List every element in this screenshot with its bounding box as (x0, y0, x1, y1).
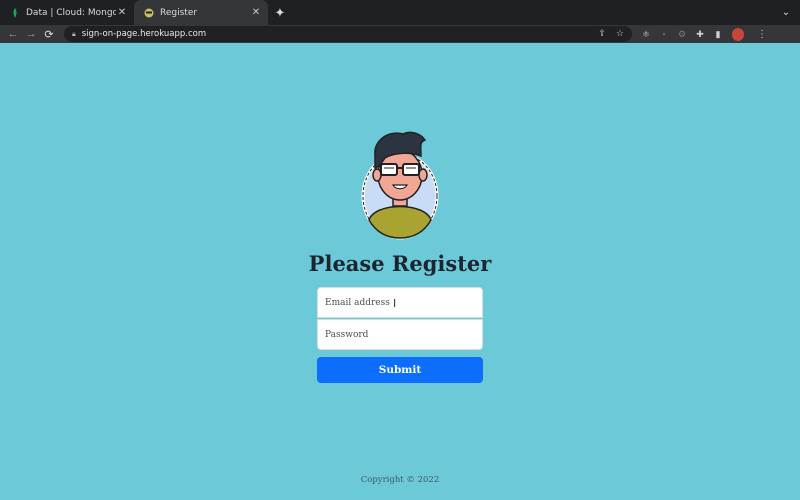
tab-title: Data | Cloud: MongoDB Cloud (26, 7, 116, 18)
tab-mongodb[interactable]: Data | Cloud: MongoDB Cloud ✕ (0, 0, 134, 25)
close-tab-icon[interactable]: ✕ (116, 7, 128, 18)
back-arrow-icon[interactable]: ← (4, 25, 22, 43)
email-field[interactable]: Email address (317, 287, 483, 318)
tab-title: Register (160, 7, 198, 18)
side-panel-icon[interactable]: ▮ (712, 29, 724, 40)
reload-icon[interactable]: ⟳ (40, 25, 58, 43)
page-title: Please Register (308, 251, 492, 276)
submit-button[interactable]: Submit (317, 357, 483, 383)
close-tab-icon[interactable]: ✕ (250, 7, 262, 18)
tab-strip: Data | Cloud: MongoDB Cloud ✕ Register ✕… (0, 0, 800, 25)
profile-avatar[interactable] (732, 27, 744, 41)
bookmark-star-icon[interactable]: ☆ (616, 29, 624, 39)
browser-toolbar: ← → ⟳ 🔒︎ sign-on-page.herokuapp.com ⇪ ☆ … (0, 25, 800, 43)
text-cursor-icon: I (393, 297, 397, 310)
menu-dots-icon[interactable]: ⋮ (756, 29, 768, 40)
password-placeholder: Password (325, 329, 369, 340)
react-devtools-icon[interactable]: ⚛ (640, 29, 652, 40)
lock-icon: 🔒︎ (72, 29, 76, 38)
password-field[interactable]: Password (317, 319, 483, 350)
site-favicon-icon (144, 8, 154, 18)
forward-arrow-icon[interactable]: → (22, 25, 40, 43)
avatar-illustration (361, 131, 439, 240)
email-placeholder: Email address (325, 297, 390, 308)
tab-search-chevron-icon[interactable]: ⌄ (772, 0, 800, 25)
extensions-area: ⚛ ▪ ⚙ ✚ ▮ ⋮ (640, 27, 768, 41)
new-tab-icon[interactable]: ✦ (268, 0, 292, 25)
puzzle-icon[interactable]: ✚ (694, 29, 706, 40)
register-page: Please Register Email address I Password… (0, 43, 800, 500)
footer-copyright: Copyright © 2022 (360, 475, 440, 485)
extension-icon[interactable]: ▪ (658, 29, 670, 39)
mongodb-leaf-icon (10, 7, 20, 18)
extension-icon[interactable]: ⚙ (676, 29, 688, 40)
url-text: sign-on-page.herokuapp.com (81, 29, 207, 39)
address-bar[interactable]: 🔒︎ sign-on-page.herokuapp.com ⇪ ☆ (64, 26, 632, 42)
tab-register[interactable]: Register ✕ (134, 0, 268, 25)
share-icon[interactable]: ⇪ (598, 29, 606, 39)
